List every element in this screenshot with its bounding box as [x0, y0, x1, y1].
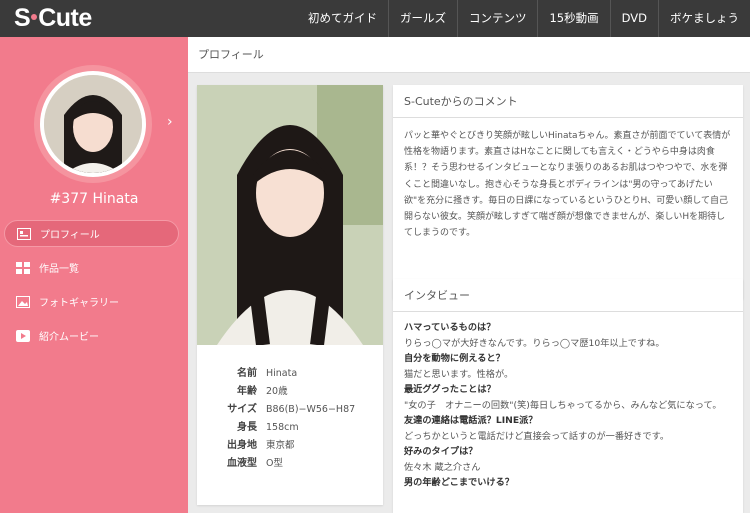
stat-value: Hinata: [266, 368, 298, 379]
nav-15sec-video[interactable]: 15秒動画: [537, 0, 609, 37]
stat-key: 血液型: [227, 458, 257, 469]
interview-answer: りらっ◯マが大好きなんです。りらっ◯マ歴10年以上ですね。: [404, 337, 665, 349]
nav-guide[interactable]: 初めてガイド: [297, 0, 388, 37]
profile-card: 名前 Hinata 年齢 20歳 サイズ B86(B)−W56−H87 身長 158cm…: [197, 85, 383, 505]
interview-qa: ハマっているものは？ りらっ◯マが大好きなんです。りらっ◯マ歴10年以上ですね。…: [393, 312, 743, 499]
sidebar-item-label: 作品一覧: [39, 264, 79, 275]
interview-panel: インタビュー ハマっているものは？ りらっ◯マが大好きなんです。りらっ◯マ歴10…: [393, 279, 743, 513]
interview-answer: どっちかというと電話だけど直接会って話すのが一番好きです。: [404, 430, 670, 442]
main-content: プロフィール 名前 Hinata 年齢 20歳 サイズ B86(B)−W56−H87 …: [188, 37, 750, 513]
stat-key: サイズ: [227, 404, 257, 415]
main-nav: 初めてガイド ガールズ コンテンツ 15秒動画 DVD ボケましょう: [297, 0, 750, 37]
interview-answer: 猫だと思います。性格が。: [404, 368, 514, 380]
stat-row: 名前 Hinata: [197, 365, 383, 383]
stat-value: 158cm: [266, 422, 299, 433]
interview-question: 好みのタイプは？: [404, 446, 478, 457]
stat-row: サイズ B86(B)−W56−H87: [197, 401, 383, 419]
interview-question: 自分を動物に例えると？: [404, 353, 505, 364]
stat-key: 名前: [237, 368, 257, 379]
site-logo[interactable]: S Cute: [14, 4, 92, 33]
chevron-right-icon[interactable]: ›: [167, 114, 173, 130]
avatar-image: [44, 75, 142, 173]
stat-row: 出身地 東京都: [197, 437, 383, 455]
sidebar-item-label: 紹介ムービー: [39, 332, 99, 343]
sidebar-item-label: フォトギャラリー: [39, 298, 119, 309]
avatar[interactable]: [44, 75, 142, 173]
nav-dvd[interactable]: DVD: [609, 0, 658, 37]
interview-answer: "女の子 オナニーの回数"(笑)毎日しちゃってるから、みんなど気になって。: [404, 399, 722, 411]
sidebar-item-works[interactable]: 作品一覧: [4, 254, 179, 281]
sidebar-item-movie[interactable]: 紹介ムービー: [4, 322, 179, 349]
model-id-name: #377 Hinata: [49, 191, 139, 207]
stat-value: 東京都: [266, 440, 295, 451]
stat-value: 20歳: [266, 386, 288, 397]
avatar-frame: [40, 71, 146, 177]
comment-title: S-Cuteからのコメント: [393, 85, 743, 118]
comment-panel: S-Cuteからのコメント パッと華やぐとびきり笑顔が眩しいHinataちゃん。…: [393, 85, 743, 299]
logo-text: Cute: [38, 4, 92, 32]
avatar-ring: [34, 65, 152, 183]
profile-photo-image: [197, 85, 383, 345]
profile-icon: [17, 227, 31, 240]
stat-row: 年齢 20歳: [197, 383, 383, 401]
sidebar-item-profile[interactable]: プロフィール: [4, 220, 179, 247]
stat-key: 年齢: [237, 386, 257, 397]
profile-stats: 名前 Hinata 年齢 20歳 サイズ B86(B)−W56−H87 身長 158cm…: [197, 365, 383, 473]
sidebar-menu: プロフィール 作品一覧 フォトギャラリー 紹介ムービー: [4, 220, 179, 356]
logo-letter: S: [14, 4, 31, 32]
stat-row: 血液型 O型: [197, 455, 383, 473]
top-bar: S Cute 初めてガイド ガールズ コンテンツ 15秒動画 DVD ボケましょう: [0, 0, 750, 37]
stat-key: 身長: [237, 422, 257, 433]
stat-key: 出身地: [227, 440, 257, 451]
grid-icon: [16, 261, 30, 274]
profile-photo[interactable]: [197, 85, 383, 345]
nav-contents[interactable]: コンテンツ: [456, 0, 538, 37]
sidebar-item-label: プロフィール: [40, 230, 100, 241]
sidebar: › #377 Hinata プロフィール 作品一覧 フォトギャラリー 紹介ムービ…: [0, 37, 188, 513]
nav-boke[interactable]: ボケましょう: [658, 0, 750, 37]
stat-value: O型: [266, 458, 283, 469]
interview-answer: 佐々木 蔵之介さん: [404, 461, 481, 473]
breadcrumb: プロフィール: [188, 37, 750, 73]
logo-dot: [31, 14, 38, 21]
interview-question: 最近ググったことは？: [404, 384, 496, 395]
nav-girls[interactable]: ガールズ: [387, 0, 457, 37]
comment-text: パッと華やぐとびきり笑顔が眩しいHinataちゃん。素直さが前面でていて表情が性…: [404, 131, 731, 239]
play-icon: [16, 329, 30, 342]
interview-question: ハマっているものは？: [404, 322, 496, 333]
stat-row: 身長 158cm: [197, 419, 383, 437]
sidebar-item-gallery[interactable]: フォトギャラリー: [4, 288, 179, 315]
interview-title: インタビュー: [393, 279, 743, 312]
photo-icon: [16, 295, 30, 308]
interview-question: 男の年齢どこまでいける？: [404, 477, 514, 488]
stat-value: B86(B)−W56−H87: [266, 404, 356, 415]
interview-question: 友達の連絡は電話派？LINE派？: [404, 415, 538, 426]
